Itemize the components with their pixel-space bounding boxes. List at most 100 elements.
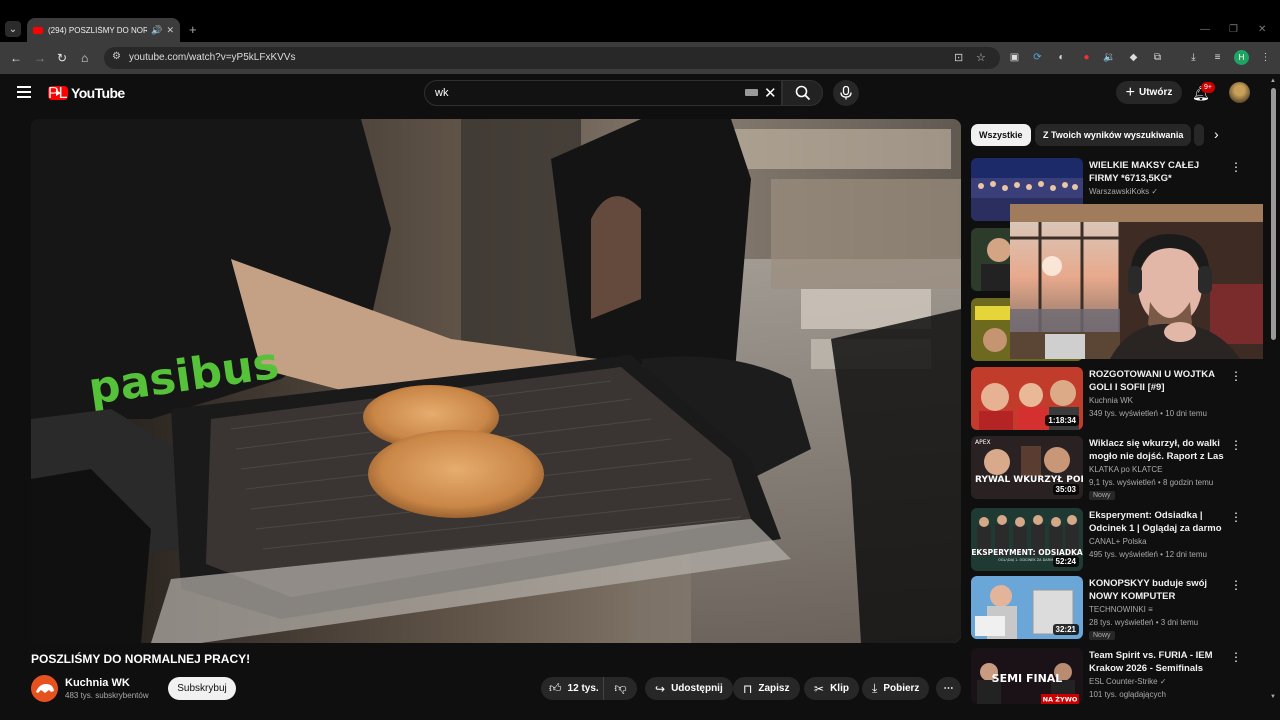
recommendation-channel: TECHNOWINKI ≡ <box>1089 605 1153 614</box>
channel-avatar[interactable] <box>31 675 58 702</box>
browser-menu-icon[interactable]: ⋮ <box>1259 51 1272 64</box>
more-vert-icon[interactable]: ⋮ <box>1230 438 1242 452</box>
site-info-icon[interactable]: ⚙ <box>112 51 121 62</box>
account-avatar[interactable] <box>1229 82 1250 103</box>
downloads-icon[interactable]: ⤓ <box>1187 51 1200 64</box>
scroll-down-icon[interactable]: ▼ <box>1270 694 1276 700</box>
extension-2-icon[interactable]: ⟳ <box>1031 51 1044 64</box>
video-duration: 32:21 <box>1052 624 1079 635</box>
search-query: wk <box>435 87 449 99</box>
more-vert-icon[interactable]: ⋮ <box>1230 578 1242 592</box>
video-player[interactable]: pasibus <box>31 119 961 643</box>
video-duration: 52:24 <box>1052 556 1079 567</box>
recommendation-meta: 9,1 tys. wyświetleń • 8 godzin temu <box>1089 478 1214 487</box>
new-badge: Nowy <box>1089 491 1115 500</box>
channel-name[interactable]: Kuchnia WK <box>65 677 130 689</box>
thumbs-down-icon: 👎︎ <box>614 681 627 695</box>
live-badge: NA ŻYWO <box>1043 695 1078 704</box>
extensions-puzzle-icon[interactable]: ⧉ <box>1151 51 1164 64</box>
keyboard-icon[interactable] <box>745 89 758 96</box>
save-button[interactable]: ⊓ Zapisz <box>733 677 800 700</box>
address-bar[interactable]: ⚙ youtube.com/watch?v=yP5kLFxKVVs ⊡ ☆ <box>104 47 1000 69</box>
bookmark-star-icon[interactable]: ☆ <box>976 51 986 64</box>
browser-tab-strip: ⌄ (294) POSZLIŚMY DO NORMALNEJ PRACY! 🔊 … <box>0 0 1280 42</box>
thumbnail-subtext: OGLĄDAJ 1. ODCINEK ZA DARMO <box>998 558 1056 562</box>
share-icon: ↪ <box>655 681 666 696</box>
more-vert-icon[interactable]: ⋮ <box>1230 510 1242 524</box>
recommendation-title: KONOPSKYY buduje swój NOWY KOMPUTER <box>1089 578 1208 602</box>
like-button[interactable]: 👍︎ 12 tys. <box>541 677 604 700</box>
tab-audio-icon[interactable]: 🔊 <box>151 25 162 36</box>
chevron-right-icon[interactable]: › <box>1214 126 1219 142</box>
recommendation-item[interactable]: SEMI FINAL NA ŻYWO Team Spirit vs. FURIA … <box>971 648 1261 704</box>
download-icon: ⤓ <box>872 681 878 695</box>
search-input[interactable]: wk <box>424 80 782 106</box>
thumbs-up-icon: 👍︎ <box>549 681 562 695</box>
search-button[interactable] <box>782 80 823 106</box>
recommendation-channel: KLATKA po KLATCE <box>1089 465 1163 474</box>
chip-partial[interactable] <box>1194 124 1204 146</box>
tab-close-icon[interactable]: ✕ <box>166 25 174 36</box>
clip-label: Klip <box>830 683 849 694</box>
recommendation-channel: CANAL+ Polska <box>1089 537 1147 546</box>
video-thumbnail: APEXRYWAL WKURZYŁ POLAKA 35:03 <box>971 436 1083 499</box>
search-icon <box>795 85 810 101</box>
recommendation-meta: 101 tys. oglądających <box>1089 690 1166 699</box>
media-control-icon[interactable]: ≡ <box>1211 51 1224 64</box>
browser-profile-avatar[interactable]: H <box>1234 50 1249 65</box>
page-scrollbar[interactable]: ▲ ▼ <box>1270 78 1277 704</box>
maximize-icon[interactable]: ❐ <box>1229 24 1238 35</box>
recommendation-title: Team Spirit vs. FURIA - IEM Krakow 2026 … <box>1089 650 1213 674</box>
clip-button[interactable]: ✂ Klip <box>804 677 859 700</box>
recommendation-title: Eksperyment: Odsiadka | Odcinek 1 | Oglą… <box>1089 510 1222 534</box>
home-icon[interactable]: ⌂ <box>81 51 88 65</box>
browser-tab-active[interactable]: (294) POSZLIŚMY DO NORMALNEJ PRACY! 🔊 ✕ <box>27 18 180 42</box>
subscribe-button[interactable]: Subskrybuj <box>168 677 236 700</box>
chip-all[interactable]: Wszystkie <box>971 124 1031 146</box>
clear-search-icon[interactable]: ✕ <box>764 84 777 102</box>
more-vert-icon[interactable]: ⋮ <box>1230 369 1242 383</box>
youtube-favicon-icon <box>33 26 43 34</box>
more-vert-icon[interactable]: ⋮ <box>1230 650 1242 664</box>
audio-extension-icon[interactable]: 🔉 <box>1103 51 1116 64</box>
recommendation-item[interactable]: 1:18:34 ROZGOTOWANI U WOJTKA GOLI I SOFI… <box>971 367 1261 431</box>
back-icon[interactable]: ← <box>10 51 22 65</box>
share-button[interactable]: ↪ Udostępnij <box>645 677 733 700</box>
recommendation-item[interactable]: APEXRYWAL WKURZYŁ POLAKA 35:03 Wiklacz s… <box>971 436 1261 500</box>
video-thumbnail: 32:21 <box>971 576 1083 639</box>
forward-icon[interactable]: → <box>34 51 46 65</box>
recommendation-meta: 349 tys. wyświetleń • 10 dni temu <box>1089 409 1207 418</box>
extension-4-icon[interactable]: ● <box>1080 51 1093 64</box>
recommendation-item[interactable]: EKSPERYMENT: ODSIADKA OGLĄDAJ 1. ODCINEK … <box>971 508 1261 572</box>
scissors-icon: ✂ <box>814 681 825 696</box>
webcam-overlay <box>1010 204 1263 359</box>
create-button[interactable]: + Utwórz <box>1116 81 1182 104</box>
install-app-icon[interactable]: ⊡ <box>954 51 963 64</box>
extension-1-icon[interactable]: ▣ <box>1008 51 1021 64</box>
more-actions-button[interactable]: ⋯ <box>936 677 961 700</box>
recommendation-title: WIELKIE MAKSY CAŁEJ FIRMY *6713,5KG* <box>1089 160 1200 184</box>
more-vert-icon[interactable]: ⋮ <box>1230 160 1242 174</box>
voice-search-button[interactable] <box>833 80 859 106</box>
thumbnail-text: SEMI FINAL <box>992 672 1063 685</box>
scrollbar-thumb[interactable] <box>1271 88 1276 340</box>
video-thumbnail: EKSPERYMENT: ODSIADKA OGLĄDAJ 1. ODCINEK … <box>971 508 1083 571</box>
recommendation-meta: 495 tys. wyświetleń • 12 dni temu <box>1089 550 1207 559</box>
guide-menu-icon[interactable] <box>17 86 31 98</box>
window-close-icon[interactable]: ✕ <box>1258 24 1266 35</box>
video-thumbnail: SEMI FINAL NA ŻYWO <box>971 648 1083 704</box>
new-tab-button[interactable]: + <box>189 22 197 37</box>
recommendation-item[interactable]: 32:21 KONOPSKYY buduje swój NOWY KOMPUTE… <box>971 576 1261 640</box>
like-count: 12 tys. <box>567 683 599 694</box>
download-button[interactable]: ⤓ Pobierz <box>862 677 930 700</box>
reload-icon[interactable]: ↻ <box>57 51 67 65</box>
scroll-up-icon[interactable]: ▲ <box>1270 78 1276 84</box>
video-frame: pasibus <box>31 119 961 643</box>
minimize-icon[interactable]: — <box>1200 24 1210 35</box>
extension-3-icon[interactable]: ◐ <box>1055 51 1068 64</box>
dislike-button[interactable]: 👎︎ <box>604 681 637 696</box>
extension-6-icon[interactable]: ◆ <box>1127 51 1140 64</box>
chip-from-search[interactable]: Z Twoich wyników wyszukiwania <box>1035 124 1192 146</box>
youtube-wordmark: YouTube <box>71 85 125 101</box>
tab-search-button[interactable]: ⌄ <box>5 21 21 37</box>
